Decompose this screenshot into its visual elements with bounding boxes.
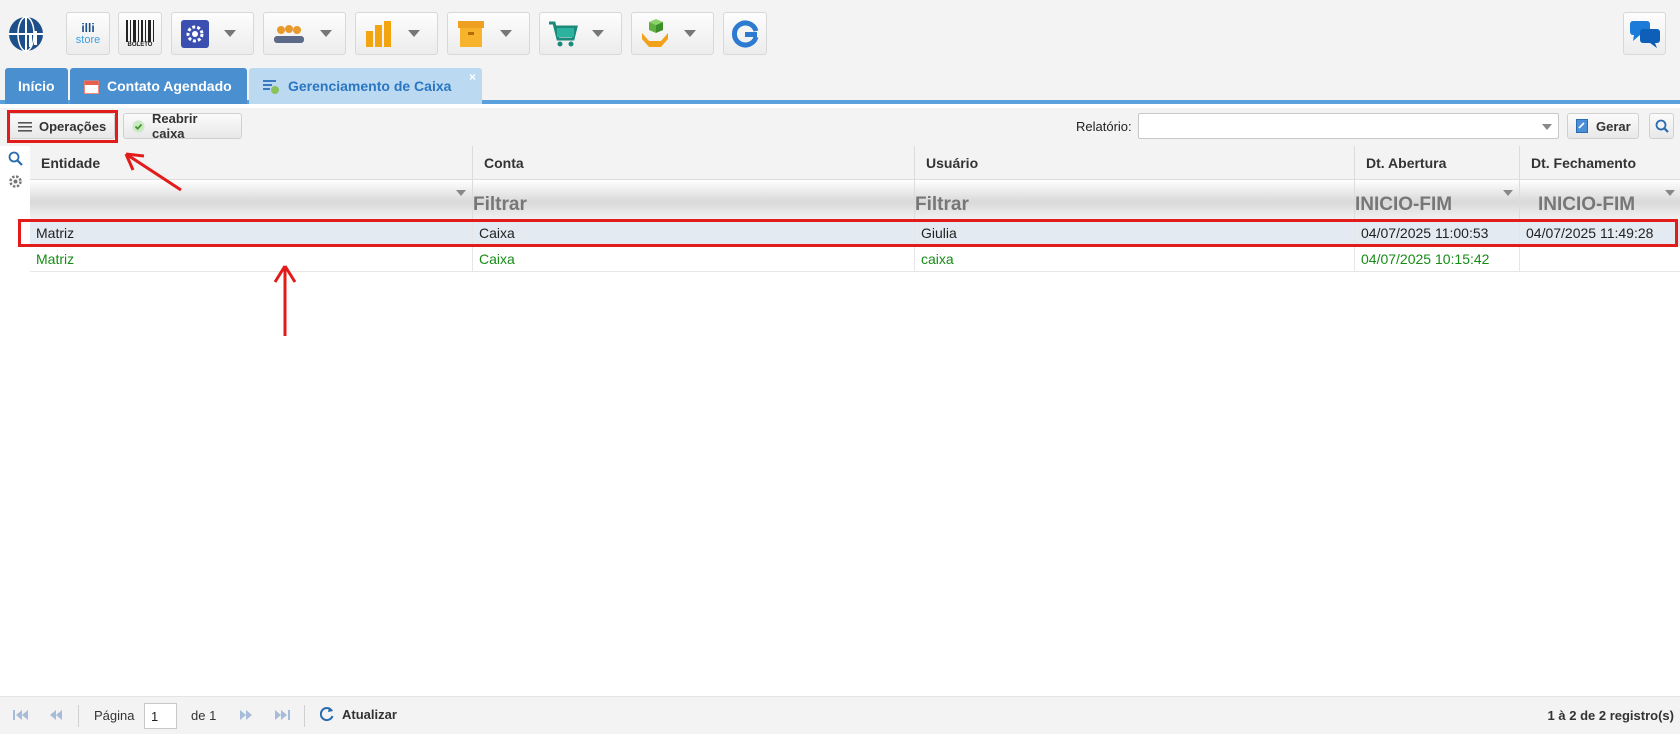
page-number-input[interactable]: 1 bbox=[144, 703, 177, 729]
first-page-icon[interactable] bbox=[13, 709, 29, 721]
arrow-to-operacoes bbox=[124, 152, 182, 192]
annotation-arrows bbox=[124, 152, 297, 336]
separator bbox=[78, 705, 79, 727]
separator bbox=[304, 705, 305, 727]
paging-toolbar: Página 1 de 1 Atualizar 1 à 2 de 2 regis… bbox=[0, 696, 1680, 734]
previous-page-icon[interactable] bbox=[48, 709, 64, 721]
total-pages-label: de 1 bbox=[191, 708, 217, 723]
page-number-value: 1 bbox=[151, 708, 159, 724]
arrow-to-row bbox=[273, 265, 297, 336]
records-count: 1 à 2 de 2 registro(s) bbox=[1547, 708, 1674, 723]
atualizar-button[interactable]: Atualizar bbox=[320, 706, 397, 722]
refresh-icon bbox=[320, 706, 334, 722]
pagina-label: Página bbox=[94, 708, 135, 723]
next-page-icon[interactable] bbox=[238, 709, 254, 721]
atualizar-label: Atualizar bbox=[342, 706, 397, 722]
last-page-icon[interactable] bbox=[274, 709, 290, 721]
